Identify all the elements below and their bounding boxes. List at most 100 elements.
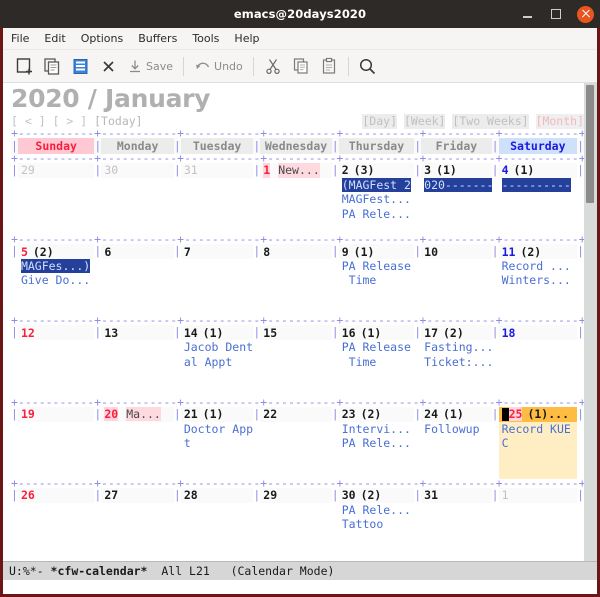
calendar-week-row: |5(2)MAGFes...)Give Do...|6|7|8|9(1)PA R… bbox=[11, 244, 584, 316]
calendar-day-cell[interactable]: 8 bbox=[260, 244, 332, 316]
calendar-day-cell[interactable]: 24(1)Followup bbox=[421, 407, 492, 479]
day-event[interactable]: Record ... bbox=[499, 259, 577, 273]
menu-tools[interactable]: Tools bbox=[192, 32, 219, 45]
calendar-day-cell[interactable]: 27 bbox=[101, 488, 174, 560]
day-event[interactable]: C bbox=[499, 436, 577, 450]
scrollbar-thumb[interactable] bbox=[586, 85, 594, 203]
grid-vline: | bbox=[94, 244, 101, 316]
tool-bar: Save Undo bbox=[3, 50, 597, 83]
menu-buffers[interactable]: Buffers bbox=[138, 32, 177, 45]
day-event[interactable]: Tattoo bbox=[339, 517, 414, 531]
calendar-day-cell[interactable]: 1New... bbox=[260, 163, 332, 235]
new-file-icon[interactable] bbox=[10, 52, 38, 80]
view-month-button[interactable]: [Month] bbox=[536, 114, 584, 129]
day-event[interactable]: Jacob Dent bbox=[181, 340, 254, 354]
maximize-icon[interactable] bbox=[548, 6, 564, 22]
view-week-button[interactable]: [Week] bbox=[404, 114, 446, 129]
calendar-day-cell[interactable]: 22 bbox=[260, 407, 332, 479]
day-event[interactable]: PA Release bbox=[339, 340, 414, 354]
calendar-day-cell[interactable]: 4(1)---------- bbox=[499, 163, 577, 235]
calendar-day-cell[interactable]: 17(2)Fasting...Ticket:... bbox=[421, 325, 492, 397]
next-month-button[interactable]: [ > ] bbox=[53, 114, 88, 129]
calendar-day-cell[interactable]: 23(2)Intervi...PA Rele... bbox=[339, 407, 414, 479]
calendar-day-cell[interactable]: 31 bbox=[421, 488, 492, 560]
prev-month-button[interactable]: [ < ] bbox=[11, 114, 46, 129]
calendar-day-cell[interactable]: 28 bbox=[181, 488, 254, 560]
day-event[interactable]: PA Rele... bbox=[339, 436, 414, 450]
day-event[interactable]: Time bbox=[339, 273, 414, 287]
day-event[interactable]: PA Release bbox=[339, 259, 414, 273]
day-event[interactable]: Followup bbox=[421, 422, 492, 436]
day-event[interactable]: Intervi... bbox=[339, 422, 414, 436]
calendar-day-cell[interactable]: 19 bbox=[18, 407, 94, 479]
day-event[interactable]: Fasting... bbox=[421, 340, 492, 354]
search-icon[interactable] bbox=[354, 52, 382, 80]
calendar-day-cell[interactable]: 30 bbox=[101, 163, 174, 235]
save-as-icon[interactable] bbox=[66, 52, 94, 80]
day-empty-line bbox=[260, 288, 332, 302]
calendar-day-cell[interactable]: 2(3)(MAGFest 2MAGFest...PA Rele... bbox=[339, 163, 414, 235]
day-event[interactable]: Winters... bbox=[499, 273, 577, 287]
open-file-icon[interactable] bbox=[38, 52, 66, 80]
calendar-day-cell[interactable]: 7 bbox=[181, 244, 254, 316]
day-event[interactable]: (MAGFest 2 bbox=[339, 178, 414, 192]
today-button[interactable]: [Today] bbox=[94, 114, 142, 129]
day-event[interactable]: PA Rele... bbox=[339, 207, 414, 221]
day-empty-line bbox=[499, 207, 577, 221]
calendar-day-cell[interactable]: 15 bbox=[260, 325, 332, 397]
menu-help[interactable]: Help bbox=[234, 32, 259, 45]
calendar-day-cell[interactable]: 10 bbox=[421, 244, 492, 316]
day-event[interactable]: ---------- bbox=[499, 178, 577, 192]
calendar-day-cell[interactable]: 9(1)PA Release Time bbox=[339, 244, 414, 316]
day-empty-line bbox=[101, 531, 174, 545]
day-event[interactable]: 020------- bbox=[421, 178, 492, 192]
day-event[interactable]: MAGFes...) bbox=[18, 259, 94, 273]
menu-edit[interactable]: Edit bbox=[44, 32, 65, 45]
calendar-day-cell[interactable]: 29 bbox=[18, 163, 94, 235]
calendar-day-cell[interactable]: 6 bbox=[101, 244, 174, 316]
grid-vline: | bbox=[174, 138, 181, 154]
calendar-day-cell[interactable]: 14(1)Jacob Dental Appt bbox=[181, 325, 254, 397]
calendar-day-cell[interactable]: 3(1)020------- bbox=[421, 163, 492, 235]
weekday-header-wednesday: Wednesday bbox=[260, 138, 332, 154]
calendar-day-cell[interactable]: 1 bbox=[499, 488, 577, 560]
calendar-day-cell[interactable]: 11(2)Record ...Winters... bbox=[499, 244, 577, 316]
calendar-day-cell[interactable]: 26 bbox=[18, 488, 94, 560]
calendar-day-cell[interactable]: 13 bbox=[101, 325, 174, 397]
calendar-day-cell[interactable]: 20Ma... bbox=[101, 407, 174, 479]
day-event[interactable]: Ticket:... bbox=[421, 355, 492, 369]
calendar-day-cell[interactable]: 5(2)MAGFes...)Give Do... bbox=[18, 244, 94, 316]
copy-icon[interactable] bbox=[287, 52, 315, 80]
day-event[interactable]: t bbox=[181, 436, 254, 450]
day-event[interactable]: Time bbox=[339, 355, 414, 369]
paste-icon[interactable] bbox=[315, 52, 343, 80]
calendar-day-cell[interactable]: 16(1)PA Release Time bbox=[339, 325, 414, 397]
calendar-day-cell[interactable]: 21(1)Doctor Appt bbox=[181, 407, 254, 479]
calendar-day-cell[interactable]: 18 bbox=[499, 325, 577, 397]
day-empty-line bbox=[18, 221, 94, 235]
undo-button[interactable]: Undo bbox=[189, 52, 248, 80]
menu-file[interactable]: File bbox=[11, 32, 29, 45]
day-event[interactable]: Doctor App bbox=[181, 422, 254, 436]
minimize-icon[interactable] bbox=[519, 6, 535, 22]
calendar-day-cell[interactable]: 30(2)PA Rele...Tattoo bbox=[339, 488, 414, 560]
grid-vline: | bbox=[174, 244, 181, 316]
day-event[interactable]: MAGFest... bbox=[339, 192, 414, 206]
view-two-weeks-button[interactable]: [Two Weeks] bbox=[452, 114, 528, 129]
day-event[interactable]: Record KUE bbox=[499, 422, 577, 436]
buffer-scroll-area: 2020 / January [ < ] [ > ] [Today][Day] … bbox=[3, 83, 597, 561]
save-button[interactable]: Save bbox=[122, 52, 178, 80]
cut-icon[interactable] bbox=[259, 52, 287, 80]
calendar-day-cell[interactable]: 12 bbox=[18, 325, 94, 397]
menu-options[interactable]: Options bbox=[81, 32, 123, 45]
day-event[interactable]: al Appt bbox=[181, 355, 254, 369]
calendar-day-cell[interactable]: 25(1)...Record KUEC bbox=[499, 407, 577, 479]
close-buffer-icon[interactable] bbox=[94, 52, 122, 80]
calendar-day-cell[interactable]: 29 bbox=[260, 488, 332, 560]
close-icon[interactable] bbox=[577, 6, 594, 23]
day-event[interactable]: PA Rele... bbox=[339, 503, 414, 517]
view-day-button[interactable]: [Day] bbox=[362, 114, 397, 129]
vertical-scrollbar[interactable] bbox=[584, 83, 597, 561]
day-event[interactable]: Give Do... bbox=[18, 273, 94, 287]
calendar-day-cell[interactable]: 31 bbox=[181, 163, 254, 235]
